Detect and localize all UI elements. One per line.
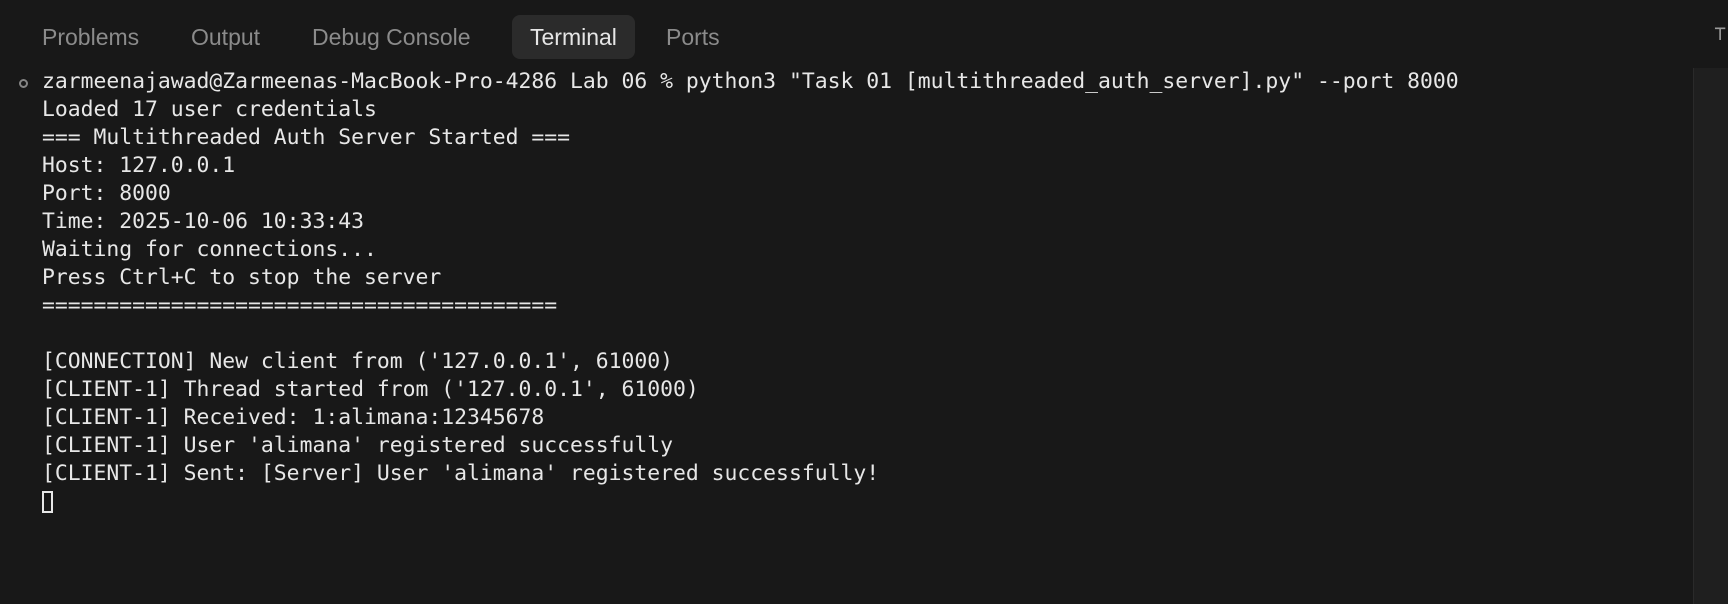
tab-problems[interactable]: Problems: [24, 15, 157, 59]
tab-terminal[interactable]: Terminal: [512, 15, 635, 59]
terminal-panel: Problems Output Debug Console Terminal P…: [0, 0, 1728, 604]
terminal-line: Press Ctrl+C to stop the server: [42, 265, 442, 290]
terminal-line: [CLIENT-1] Received: 1:alimana:12345678: [42, 405, 545, 430]
terminal-line: ========================================: [42, 293, 558, 318]
panel-tab-bar: Problems Output Debug Console Terminal P…: [0, 0, 1728, 64]
terminal-line: Port: 8000: [42, 181, 171, 206]
panel-overflow-icon[interactable]: ⊤: [1714, 24, 1728, 42]
terminal-line: Waiting for connections...: [42, 237, 377, 262]
tab-debug-console[interactable]: Debug Console: [294, 15, 489, 59]
terminal-scrollbar[interactable]: [1693, 68, 1728, 604]
terminal-line: Host: 127.0.0.1: [42, 153, 236, 178]
terminal-line: [CLIENT-1] Sent: [Server] User 'alimana'…: [42, 461, 880, 486]
terminal-line: Time: 2025-10-06 10:33:43: [42, 209, 364, 234]
tab-output[interactable]: Output: [173, 15, 278, 59]
terminal-line: [CLIENT-1] Thread started from ('127.0.0…: [42, 377, 699, 402]
terminal-lines: zarmeenajawad@Zarmeenas-MacBook-Pro-4286…: [42, 68, 1459, 513]
status-circle-icon: [19, 79, 28, 88]
terminal-command-line: zarmeenajawad@Zarmeenas-MacBook-Pro-4286…: [42, 69, 1459, 94]
terminal-line: [CONNECTION] New client from ('127.0.0.1…: [42, 349, 674, 374]
terminal-line: [CLIENT-1] User 'alimana' registered suc…: [42, 433, 674, 458]
terminal-cursor[interactable]: [42, 491, 53, 513]
tab-ports[interactable]: Ports: [648, 15, 738, 59]
terminal-line: === Multithreaded Auth Server Started ==…: [42, 125, 571, 150]
terminal-output[interactable]: zarmeenajawad@Zarmeenas-MacBook-Pro-4286…: [0, 64, 1692, 604]
terminal-line: Loaded 17 user credentials: [42, 97, 377, 122]
